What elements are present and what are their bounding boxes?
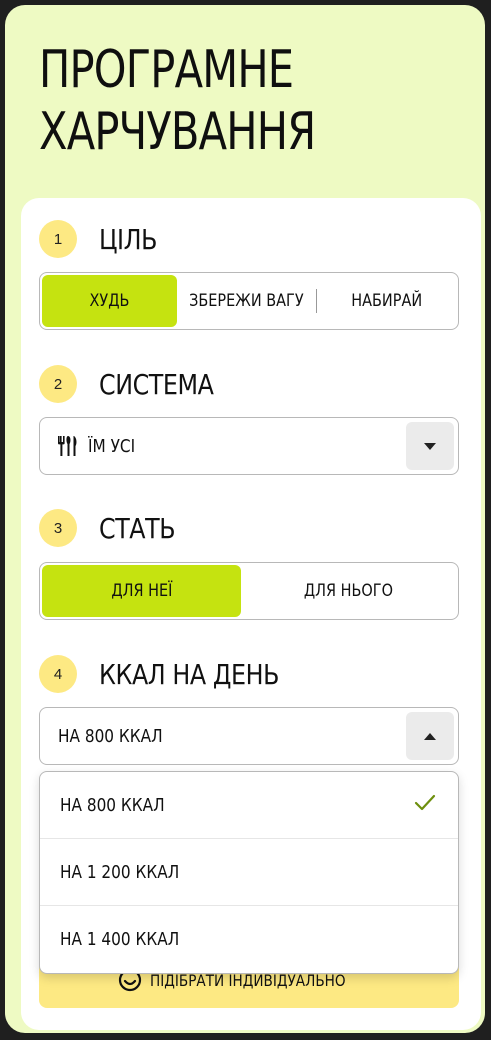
chevron-up-icon <box>424 732 436 740</box>
goal-option-label: ЗБЕРЕЖИ ВАГУ <box>189 291 304 311</box>
option-label: НА 1 400 ККАЛ <box>60 929 180 950</box>
page-title: ПРОГРАМНЕ ХАРЧУВАННЯ <box>39 39 316 163</box>
step-goal: 1 ЦІЛЬ <box>39 220 167 258</box>
option-label: НА 1 200 ККАЛ <box>60 861 180 883</box>
step-number: 2 <box>39 365 77 403</box>
kcal-select[interactable]: НА 800 ККАЛ <box>39 707 459 765</box>
dropdown-toggle[interactable] <box>406 422 454 470</box>
title-line-2: ХАРЧУВАННЯ <box>39 102 316 162</box>
gender-option-label: ДЛЯ НЬОГО <box>303 581 394 601</box>
gender-segmented-control: ДЛЯ НЕЇ ДЛЯ НЬОГО <box>39 562 459 620</box>
step-number: 3 <box>39 509 77 547</box>
cutlery-icon <box>58 436 80 456</box>
step-number: 1 <box>39 220 77 258</box>
step-number: 4 <box>39 655 77 693</box>
goal-option-label: НАБИРАЙ <box>351 291 422 311</box>
chevron-down-icon <box>424 442 436 450</box>
step-title: СИСТЕМА <box>99 367 214 401</box>
gender-option-label: ДЛЯ НЕЇ <box>110 581 173 601</box>
check-icon <box>414 794 436 811</box>
kcal-value: НА 800 ККАЛ <box>58 725 163 747</box>
kcal-option-800[interactable]: НА 800 ККАЛ <box>40 772 458 839</box>
dropdown-toggle[interactable] <box>406 712 454 760</box>
step-kcal: 4 ККАЛ НА ДЕНЬ <box>39 655 311 693</box>
gender-option-female[interactable]: ДЛЯ НЕЇ <box>42 565 241 617</box>
step-system: 2 СИСТЕМА <box>39 365 234 403</box>
goal-option-lose[interactable]: ХУДЬ <box>42 275 177 327</box>
kcal-dropdown-list: НА 800 ККАЛ НА 1 200 ККАЛ НА 1 400 ККАЛ <box>39 771 459 974</box>
option-label: НА 800 ККАЛ <box>60 794 165 816</box>
kcal-option-1400[interactable]: НА 1 400 ККАЛ <box>40 906 458 973</box>
form-card: 1 ЦІЛЬ ХУДЬ ЗБЕРЕЖИ ВАГУ НАБИРАЙ 2 СИСТЕ… <box>21 198 481 1030</box>
goal-segmented-control: ХУДЬ ЗБЕРЕЖИ ВАГУ НАБИРАЙ <box>39 272 459 330</box>
goal-option-label: ХУДЬ <box>89 291 130 311</box>
step-gender: 3 СТАТЬ <box>39 509 189 547</box>
goal-option-gain[interactable]: НАБИРАЙ <box>317 275 456 327</box>
system-select[interactable]: ЇМ УСІ <box>39 417 459 475</box>
kcal-option-1200[interactable]: НА 1 200 ККАЛ <box>40 839 458 906</box>
goal-option-keep[interactable]: ЗБЕРЕЖИ ВАГУ <box>177 275 316 327</box>
step-title: ККАЛ НА ДЕНЬ <box>99 657 280 691</box>
system-value: ЇМ УСІ <box>88 435 136 457</box>
gender-option-male[interactable]: ДЛЯ НЬОГО <box>241 565 456 617</box>
title-line-1: ПРОГРАМНЕ <box>39 40 294 100</box>
step-title: ЦІЛЬ <box>99 222 158 256</box>
step-title: СТАТЬ <box>99 511 176 545</box>
app-screen: ПРОГРАМНЕ ХАРЧУВАННЯ 1 ЦІЛЬ ХУДЬ ЗБЕРЕЖИ… <box>5 5 485 1033</box>
